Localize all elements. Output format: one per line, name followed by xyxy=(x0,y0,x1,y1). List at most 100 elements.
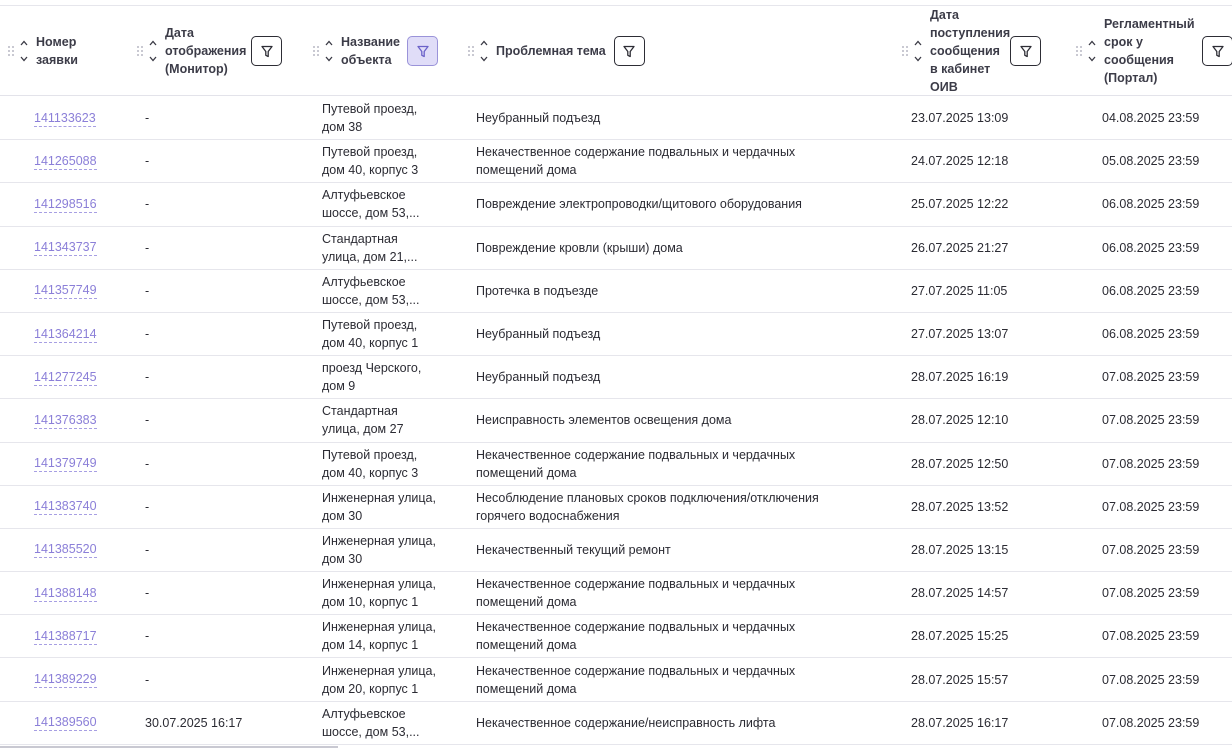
cell-number: 141364214 xyxy=(34,313,134,355)
cell-received-date: 28.07.2025 13:52 xyxy=(911,499,1009,514)
cell-received-date: 28.07.2025 14:57 xyxy=(911,586,1009,601)
drag-handle-icon[interactable] xyxy=(137,46,143,56)
filter-button-topic[interactable] xyxy=(613,36,645,66)
sort-desc-icon[interactable] xyxy=(20,55,28,63)
cell-number: 141385520 xyxy=(34,529,134,571)
sort-asc-icon[interactable] xyxy=(149,39,157,47)
sort-asc-icon[interactable] xyxy=(325,39,333,47)
horizontal-scrollbar[interactable] xyxy=(0,746,338,748)
cell-monitor-date: - xyxy=(145,629,150,644)
request-number-link[interactable]: 141389560 xyxy=(34,714,97,732)
sort-control[interactable] xyxy=(1088,39,1098,63)
request-number-link[interactable]: 141133623 xyxy=(34,110,96,127)
cell-object-name: Инженерная улица, дом 10, корпус 1 xyxy=(322,577,436,610)
request-number-link[interactable]: 141383740 xyxy=(34,498,97,516)
request-number-link[interactable]: 141357749 xyxy=(34,282,97,300)
filter-button-monitor[interactable] xyxy=(251,36,282,66)
cell-number: 141343737 xyxy=(34,227,134,269)
drag-handle-icon[interactable] xyxy=(313,46,319,56)
cell-deadline: 07.08.2025 23:59 xyxy=(1102,672,1200,687)
cell-object-name: проезд Черского, дом 9 xyxy=(322,361,422,394)
cell-problem-topic: Некачественное содержание подвальных и ч… xyxy=(476,443,876,485)
cell-deadline: 06.08.2025 23:59 xyxy=(1102,327,1200,342)
table-row[interactable]: 141265088 - Путевой проезд, дом 40, корпус… xyxy=(0,140,1232,184)
cell-received-date: 28.07.2025 12:50 xyxy=(911,456,1009,471)
table-row[interactable]: 141277245 - проезд Черского, дом 9 Неубранн… xyxy=(0,356,1232,400)
cell-object-name: Инженерная улица, дом 20, корпус 1 xyxy=(322,663,436,696)
table-row[interactable]: 141385520 - Инженерная улица, дом 30 Некаче… xyxy=(0,529,1232,573)
table-row[interactable]: 141383740 - Инженерная улица, дом 30 Несобл… xyxy=(0,486,1232,529)
sort-control[interactable] xyxy=(914,39,924,63)
request-number-link[interactable]: 141389229 xyxy=(34,671,97,689)
column-header-topic: Проблемная тема xyxy=(468,6,645,96)
request-number-link[interactable]: 141298516 xyxy=(34,196,97,213)
sort-desc-icon[interactable] xyxy=(914,55,922,63)
cell-object-name: Алтуфьевское шоссе, дом 53,... xyxy=(322,706,420,739)
topic-text: Протечка в подъезде xyxy=(476,283,599,298)
table-row[interactable]: 141389560 30.07.2025 16:17 Алтуфьевское шо… xyxy=(0,702,1232,745)
filter-icon xyxy=(416,45,429,57)
table-row[interactable]: 141343737 - Стандартная улица, дом 21,... П… xyxy=(0,227,1232,270)
table-row[interactable]: 141357749 - Алтуфьевское шоссе, дом 53,...… xyxy=(0,270,1232,313)
request-number-link[interactable]: 141379749 xyxy=(34,455,97,473)
sort-asc-icon[interactable] xyxy=(914,39,922,47)
table-row[interactable]: 141133623 - Путевой проезд, дом 38 Неубранн… xyxy=(0,97,1232,141)
cell-monitor-date: - xyxy=(145,240,150,255)
request-number-link[interactable]: 141376383 xyxy=(34,412,97,429)
column-header-object: Название объекта xyxy=(313,6,438,96)
drag-handle-icon[interactable] xyxy=(1076,46,1082,56)
request-number-link[interactable]: 141277245 xyxy=(34,369,97,386)
sort-desc-icon[interactable] xyxy=(149,55,157,63)
request-number-link[interactable]: 141265088 xyxy=(34,153,97,170)
table-row[interactable]: 141389229 - Инженерная улица, дом 20, корп… xyxy=(0,658,1232,702)
drag-handle-icon[interactable] xyxy=(8,46,14,56)
topic-text: Повреждение кровли (крыши) дома xyxy=(476,240,683,255)
drag-handle-icon[interactable] xyxy=(902,46,908,56)
cell-object-name: Стандартная улица, дом 27 xyxy=(322,404,404,437)
sort-desc-icon[interactable] xyxy=(325,55,333,63)
cell-monitor-date: - xyxy=(145,499,150,514)
cell-object-name: Инженерная улица, дом 14, корпус 1 xyxy=(322,620,436,653)
sort-asc-icon[interactable] xyxy=(1088,39,1096,47)
topic-text: Несоблюдение плановых сроков подключения… xyxy=(476,490,819,523)
request-number-link[interactable]: 141385520 xyxy=(34,541,97,559)
table-row[interactable]: 141376383 - Стандартная улица, дом 27 Неисп… xyxy=(0,399,1232,443)
sort-asc-icon[interactable] xyxy=(480,39,488,47)
cell-monitor-date: - xyxy=(145,586,150,601)
filter-button-received[interactable] xyxy=(1010,36,1041,66)
table-row[interactable]: 141388148 - Инженерная улица, дом 10, корп… xyxy=(0,572,1232,616)
sort-desc-icon[interactable] xyxy=(1088,55,1096,63)
topic-text: Неубранный подъезд xyxy=(476,111,601,126)
cell-monitor-date: - xyxy=(145,111,150,126)
cell-received-date: 26.07.2025 21:27 xyxy=(911,240,1009,255)
cell-number: 141376383 xyxy=(34,399,134,441)
topic-text: Некачественное содержание подвальных и ч… xyxy=(476,447,796,480)
table-row[interactable]: 141298516 - Алтуфьевское шоссе, дом 53,...… xyxy=(0,183,1232,227)
table-row[interactable]: 141364214 - Путевой проезд, дом 40, корпус… xyxy=(0,313,1232,357)
cell-number: 141388717 xyxy=(34,615,134,657)
sort-control[interactable] xyxy=(149,39,159,63)
topic-text: Неубранный подъезд xyxy=(476,327,601,342)
table-row[interactable]: 141388717 - Инженерная улица, дом 14, корп… xyxy=(0,615,1232,659)
filter-button-object[interactable] xyxy=(407,36,438,66)
request-number-link[interactable]: 141388148 xyxy=(34,585,97,602)
sort-desc-icon[interactable] xyxy=(480,55,488,63)
sort-asc-icon[interactable] xyxy=(20,39,28,47)
cell-number: 141389229 xyxy=(34,658,134,700)
cell-received-date: 28.07.2025 15:25 xyxy=(911,629,1009,644)
topic-text: Неисправность элементов освещения дома xyxy=(476,413,732,428)
table-row[interactable]: 141379749 - Путевой проезд, дом 40, корпус… xyxy=(0,443,1232,486)
sort-control[interactable] xyxy=(20,39,30,63)
column-header-received: Дата поступления сообщения в кабинет ОИВ xyxy=(902,6,1041,96)
cell-received-date: 24.07.2025 12:18 xyxy=(911,154,1009,169)
cell-deadline: 07.08.2025 23:59 xyxy=(1102,542,1200,557)
request-number-link[interactable]: 141388717 xyxy=(34,628,97,645)
cell-problem-topic: Неубранный подъезд xyxy=(476,313,876,355)
request-number-link[interactable]: 141364214 xyxy=(34,326,97,343)
drag-handle-icon[interactable] xyxy=(468,46,474,56)
sort-control[interactable] xyxy=(480,39,490,63)
filter-button-deadline[interactable] xyxy=(1202,36,1232,66)
sort-control[interactable] xyxy=(325,39,335,63)
request-number-link[interactable]: 141343737 xyxy=(34,239,97,257)
topic-text: Некачественное содержание подвальных и ч… xyxy=(476,145,796,178)
